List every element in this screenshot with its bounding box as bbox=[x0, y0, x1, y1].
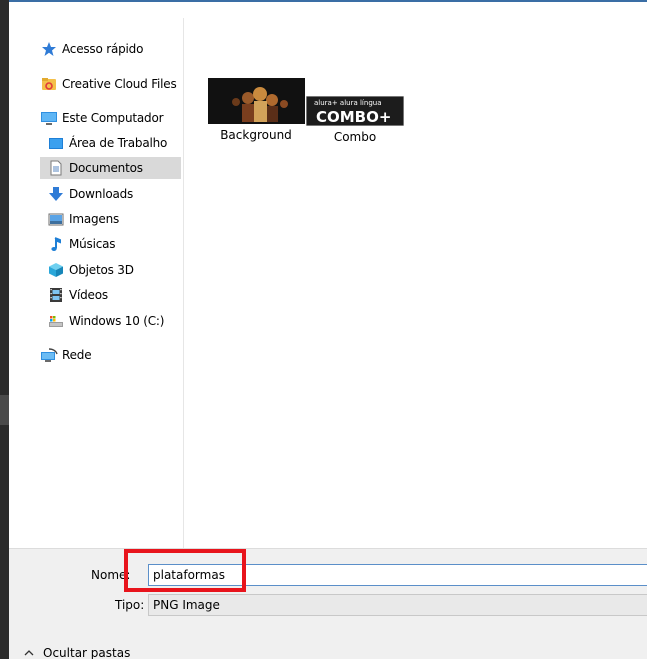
nav-label: Windows 10 (C:) bbox=[69, 314, 165, 328]
nav-item-creative-cloud[interactable]: Creative Cloud Files bbox=[40, 73, 177, 95]
file-name-input[interactable] bbox=[148, 564, 647, 586]
network-icon bbox=[40, 346, 58, 364]
nav-label: Área de Trabalho bbox=[69, 136, 168, 150]
nav-item-network[interactable]: Rede bbox=[40, 344, 92, 366]
nav-label: Downloads bbox=[69, 187, 134, 201]
document-icon bbox=[47, 159, 65, 177]
nav-item-pictures[interactable]: Imagens bbox=[47, 208, 119, 230]
pictures-icon bbox=[47, 210, 65, 228]
chevron-up-icon bbox=[23, 647, 35, 659]
nav-item-drive-c[interactable]: Windows 10 (C:) bbox=[47, 310, 164, 332]
nav-label: Vídeos bbox=[69, 288, 108, 302]
background-thumbnail bbox=[207, 78, 305, 124]
save-form: Nome: Tipo: PNG Image Ocultar pastas bbox=[9, 548, 647, 659]
nav-item-3d-objects[interactable]: Objetos 3D bbox=[47, 259, 134, 281]
nav-label: Creative Cloud Files bbox=[62, 77, 177, 91]
download-arrow-icon bbox=[47, 185, 65, 203]
file-name: Combo bbox=[333, 130, 377, 144]
film-icon bbox=[47, 286, 65, 304]
file-item-combo[interactable]: alura+ alura língua COMBO+ Combo bbox=[305, 96, 405, 144]
nav-item-downloads[interactable]: Downloads bbox=[47, 183, 133, 205]
cube-icon bbox=[47, 261, 65, 279]
save-dialog: Acesso rápido Creative Cloud Files Este … bbox=[0, 0, 647, 659]
file-item-background[interactable]: Background bbox=[206, 78, 306, 142]
file-list: Background alura+ alura língua COMBO+ Co… bbox=[184, 18, 647, 548]
type-label: Tipo: bbox=[115, 598, 145, 612]
nav-item-this-pc[interactable]: Este Computador bbox=[40, 107, 164, 129]
computer-icon bbox=[40, 109, 58, 127]
star-icon bbox=[40, 40, 58, 58]
name-label: Nome: bbox=[91, 568, 131, 582]
combo-thumb-tagline: alura+ alura língua bbox=[314, 99, 382, 107]
edge-mark bbox=[0, 395, 9, 425]
nav-label: Músicas bbox=[69, 237, 116, 251]
hide-folders-label: Ocultar pastas bbox=[43, 646, 131, 659]
nav-item-music[interactable]: Músicas bbox=[47, 233, 116, 255]
nav-label: Este Computador bbox=[62, 111, 164, 125]
combo-thumbnail: alura+ alura língua COMBO+ bbox=[306, 96, 404, 126]
nav-item-documents[interactable]: Documentos bbox=[40, 157, 181, 179]
nav-label: Rede bbox=[62, 348, 92, 362]
nav-label: Imagens bbox=[69, 212, 120, 226]
nav-label: Objetos 3D bbox=[69, 263, 134, 277]
file-name: Background bbox=[220, 128, 292, 142]
creative-cloud-folder-icon bbox=[40, 75, 58, 93]
drive-icon bbox=[47, 312, 65, 330]
file-type-select[interactable]: PNG Image bbox=[148, 594, 647, 616]
nav-item-quick-access[interactable]: Acesso rápido bbox=[40, 38, 143, 60]
navigation-pane: Acesso rápido Creative Cloud Files Este … bbox=[9, 18, 184, 548]
toolbar-area bbox=[9, 0, 647, 20]
nav-label: Documentos bbox=[69, 161, 143, 175]
nav-item-videos[interactable]: Vídeos bbox=[47, 284, 108, 306]
music-note-icon bbox=[47, 235, 65, 253]
desktop-icon bbox=[47, 134, 65, 152]
window-edge bbox=[0, 0, 9, 659]
hide-folders-button[interactable]: Ocultar pastas bbox=[23, 646, 130, 659]
combo-thumb-title: COMBO+ bbox=[316, 108, 391, 126]
nav-label: Acesso rápido bbox=[62, 42, 144, 56]
nav-item-desktop[interactable]: Área de Trabalho bbox=[47, 132, 167, 154]
